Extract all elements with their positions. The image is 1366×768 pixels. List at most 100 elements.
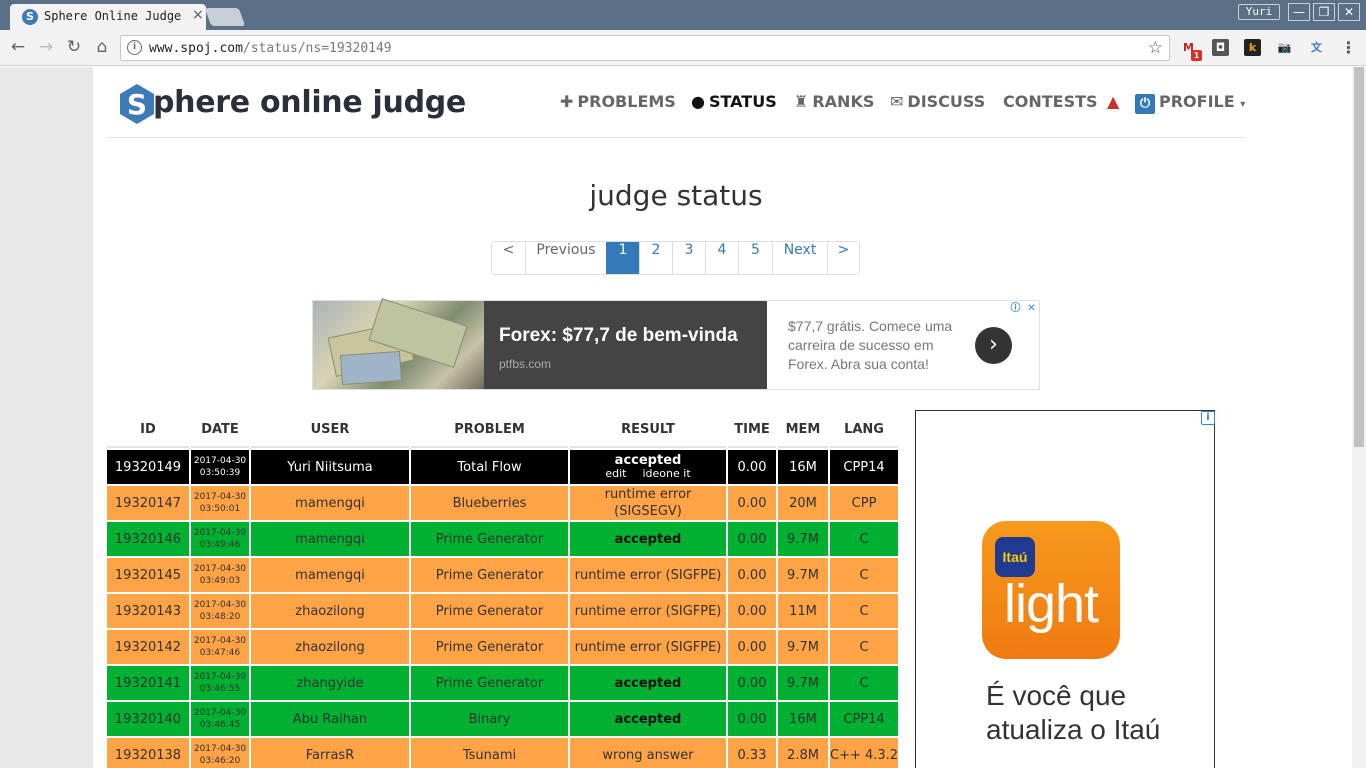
scrollbar-thumb[interactable] [1354, 67, 1364, 447]
cell-problem[interactable]: Tsunami [411, 738, 568, 768]
pagination-last[interactable]: > [827, 242, 859, 274]
nav-contests[interactable]: CONTESTS [1003, 92, 1098, 114]
cell-id[interactable]: 19320145 [107, 558, 189, 592]
warning-icon[interactable]: ▲ [1107, 92, 1119, 114]
camera-icon[interactable]: 📷 [1276, 39, 1293, 56]
cell-result[interactable]: wrong answer [570, 738, 726, 768]
cell-id[interactable]: 19320149 [107, 450, 189, 484]
browser-toolbar: ← → ↻ ⌂ i www.spoj.com/status/ns=1932014… [0, 30, 1366, 66]
pagination-page-5[interactable]: 5 [738, 242, 772, 274]
cell-problem[interactable]: Blueberries [411, 486, 568, 520]
forward-icon[interactable]: → [36, 37, 56, 57]
page-scrollbar[interactable] [1352, 67, 1366, 768]
cell-user[interactable]: mamengqi [251, 558, 409, 592]
itau-light-app-icon: Itaú light [982, 521, 1120, 659]
reload-icon[interactable]: ↻ [64, 37, 84, 57]
pagination-first[interactable]: < [492, 242, 525, 274]
address-bar[interactable]: i www.spoj.com/status/ns=19320149 ☆ [120, 35, 1170, 61]
cell-result[interactable]: accepted [570, 522, 726, 556]
minimize-button[interactable]: — [1288, 3, 1310, 21]
nav-profile[interactable]: ⏻ PROFILE ▾ [1135, 92, 1245, 114]
cell-result[interactable]: runtime error (SIGFPE) [570, 594, 726, 628]
cell-id[interactable]: 19320142 [107, 630, 189, 664]
cell-problem[interactable]: Prime Generator [411, 558, 568, 592]
cell-result[interactable]: runtime error (SIGSEGV) [570, 486, 726, 520]
pagination-page-2[interactable]: 2 [639, 242, 672, 274]
cell-problem[interactable]: Prime Generator [411, 630, 568, 664]
col-header-time[interactable]: TIME [728, 412, 776, 448]
col-header-result[interactable]: RESULT [570, 412, 726, 448]
ad-info-icon[interactable]: ⓘ [1009, 302, 1022, 315]
cell-id[interactable]: 19320147 [107, 486, 189, 520]
cell-time: 0.00 [728, 630, 776, 664]
pagination-previous[interactable]: Previous [525, 242, 606, 274]
cell-result[interactable]: accepted edit ideone it [570, 450, 726, 484]
col-header-date[interactable]: DATE [191, 412, 249, 448]
profile-chip[interactable]: Yuri [1238, 4, 1280, 20]
cell-user[interactable]: Abu Raihan [251, 702, 409, 736]
chevron-right-icon[interactable]: › [975, 327, 1012, 364]
col-header-user[interactable]: USER [251, 412, 409, 448]
nav-discuss[interactable]: ✉ DISCUSS [890, 92, 985, 114]
translate-icon[interactable]: 文 [1308, 39, 1325, 56]
cell-result[interactable]: runtime error (SIGFPE) [570, 558, 726, 592]
home-icon[interactable]: ⌂ [92, 37, 112, 57]
nav-ranks[interactable]: ♜ RANKS [794, 92, 874, 114]
col-header-lang[interactable]: LANG [830, 412, 899, 448]
col-header-id[interactable]: ID [107, 412, 189, 448]
cell-problem[interactable]: Prime Generator [411, 594, 568, 628]
new-tab-button[interactable] [204, 8, 246, 26]
cell-id[interactable]: 19320146 [107, 522, 189, 556]
browser-menu-icon[interactable]: ⋮ [1340, 39, 1357, 56]
close-window-button[interactable]: ✕ [1338, 3, 1360, 21]
comments-icon: ✉ [890, 92, 904, 111]
bookmark-star-icon[interactable]: ☆ [1148, 38, 1163, 58]
cell-result[interactable]: accepted [570, 702, 726, 736]
tab-close-icon[interactable]: × [192, 7, 204, 23]
ad-close-icon[interactable]: ✕ [1025, 302, 1038, 315]
cell-user[interactable]: Yuri Niitsuma [251, 450, 409, 484]
pagination-page-4[interactable]: 4 [705, 242, 738, 274]
cell-user[interactable]: mamengqi [251, 522, 409, 556]
cell-problem[interactable]: Prime Generator [411, 522, 568, 556]
itau-side-ad[interactable]: i Itaú light É você que atualiza o Itaú [915, 410, 1215, 768]
cell-id[interactable]: 19320138 [107, 738, 189, 768]
pocket-icon[interactable]: ◘ [1212, 39, 1229, 56]
cell-mem: 9.7M [778, 666, 828, 700]
cell-user[interactable]: zhaozilong [251, 594, 409, 628]
cell-user[interactable]: FarrasR [251, 738, 409, 768]
cell-id[interactable]: 19320141 [107, 666, 189, 700]
k-extension-icon[interactable]: k [1244, 39, 1261, 56]
result-link[interactable]: ideone it [642, 467, 690, 480]
col-header-mem[interactable]: MEM [778, 412, 828, 448]
cell-user[interactable]: zhaozilong [251, 630, 409, 664]
forex-ad-banner[interactable]: Forex: $77,7 de bem-vinda ptfbs.com $77,… [312, 298, 1040, 390]
ad-info-icon[interactable]: i [1201, 411, 1215, 425]
result-link[interactable]: edit [605, 467, 626, 480]
cell-problem[interactable]: Prime Generator [411, 666, 568, 700]
pagination-page-3[interactable]: 3 [672, 242, 705, 274]
nav-status[interactable]: ● STATUS [691, 92, 777, 114]
back-icon[interactable]: ← [8, 37, 28, 57]
cell-mem: 16M [778, 702, 828, 736]
cell-user[interactable]: mamengqi [251, 486, 409, 520]
ad-headline[interactable]: Forex: $77,7 de bem-vinda [499, 325, 738, 347]
cell-problem[interactable]: Binary [411, 702, 568, 736]
cell-id[interactable]: 19320143 [107, 594, 189, 628]
pagination-page-1[interactable]: 1 [606, 242, 639, 274]
cell-id[interactable]: 19320140 [107, 702, 189, 736]
restore-button[interactable]: ❐ [1313, 3, 1335, 21]
cell-result[interactable]: runtime error (SIGFPE) [570, 630, 726, 664]
cell-user[interactable]: zhangyide [251, 666, 409, 700]
cell-lang: C [830, 594, 899, 628]
cell-problem[interactable]: Total Flow [411, 450, 568, 484]
ad-headline-panel: Forex: $77,7 de bem-vinda ptfbs.com [484, 301, 767, 389]
nav-problems[interactable]: ✚ PROBLEMS [560, 92, 676, 114]
cell-result[interactable]: accepted [570, 666, 726, 700]
browser-tab[interactable]: S Sphere Online Judge × [10, 4, 206, 30]
site-info-icon[interactable]: i [127, 40, 142, 55]
address-url[interactable]: www.spoj.com/status/ns=19320149 [149, 41, 392, 56]
cell-date: 2017-04-30 03:50:01 [191, 486, 249, 520]
col-header-problem[interactable]: PROBLEM [411, 412, 568, 448]
pagination-next[interactable]: Next [772, 242, 827, 274]
